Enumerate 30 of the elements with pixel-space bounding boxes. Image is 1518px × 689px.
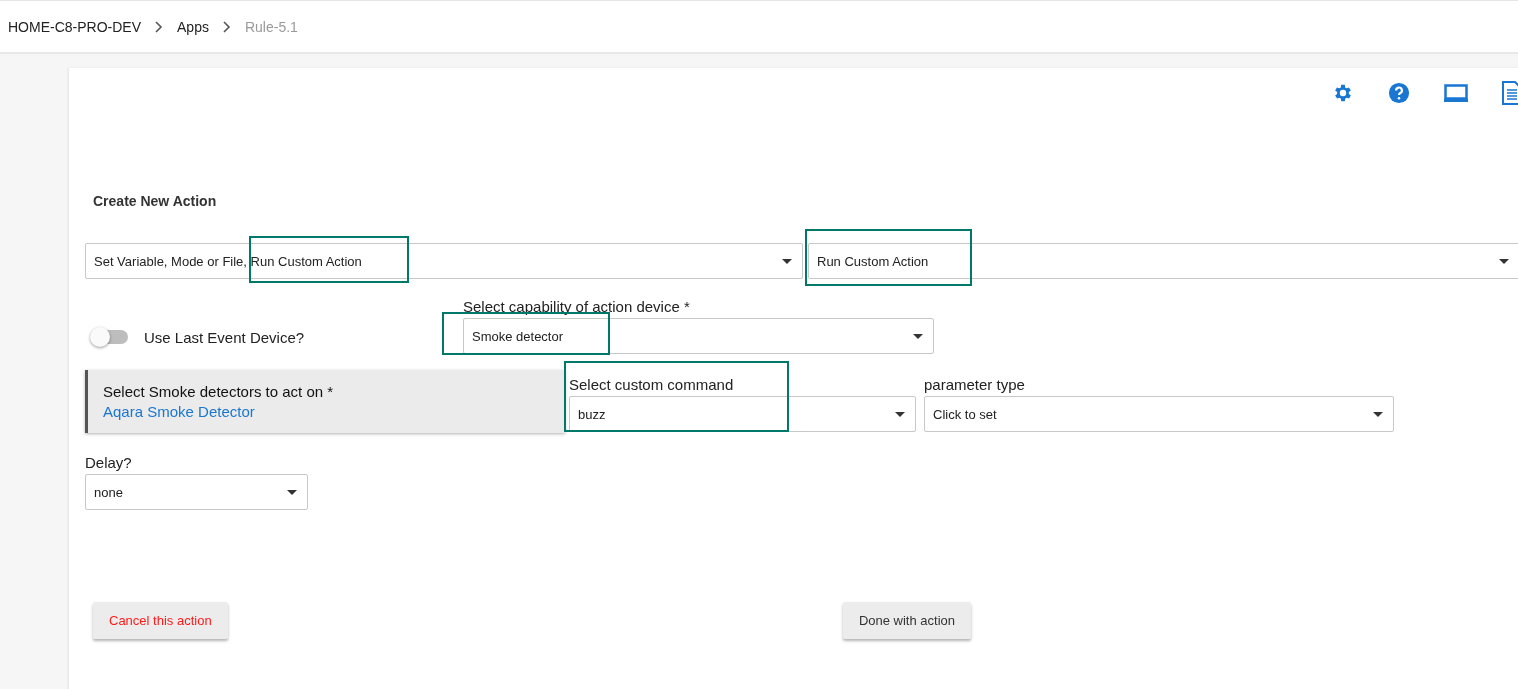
caret-icon <box>913 333 923 339</box>
help-icon[interactable] <box>1388 82 1410 104</box>
document-icon[interactable] <box>1502 81 1518 105</box>
caret-icon <box>1373 411 1383 417</box>
screen-icon[interactable] <box>1444 84 1468 102</box>
chevron-right-icon <box>222 20 231 33</box>
field-label: Select custom command <box>569 376 735 393</box>
caret-icon <box>782 258 792 264</box>
device-picker[interactable]: Select Smoke detectors to act on * Aqara Smoke Detector <box>85 370 565 433</box>
capability-select[interactable]: Smoke detector <box>463 318 934 354</box>
toggle-switch[interactable] <box>92 330 128 344</box>
settings-icon[interactable] <box>1332 82 1354 104</box>
toggle-label: Use Last Event Device? <box>144 328 305 346</box>
chevron-right-icon <box>155 20 163 33</box>
action-type-select[interactable]: Set Variable, Mode or File, Run Custom Action <box>85 243 803 279</box>
field-label: parameter type <box>924 376 1026 393</box>
caret-icon <box>1499 258 1509 264</box>
caret-icon <box>895 411 905 417</box>
done-button[interactable]: Done with action <box>842 602 971 639</box>
device-link[interactable]: Aqara Smoke Detector <box>103 403 565 420</box>
field-label: Delay? <box>85 454 133 471</box>
action-select[interactable]: Run Custom Action <box>808 243 1518 279</box>
section-heading: Create New Action <box>93 193 218 209</box>
breadcrumb-link[interactable]: HOME-C8-PRO-DEV <box>8 18 141 35</box>
field-label: Select capability of action device * <box>463 298 691 315</box>
breadcrumb-link[interactable]: Apps <box>177 18 209 35</box>
parameter-select[interactable]: Click to set <box>924 396 1394 432</box>
delay-select[interactable]: none <box>85 474 308 510</box>
caret-icon <box>287 489 297 495</box>
command-select[interactable]: buzz <box>569 396 916 432</box>
